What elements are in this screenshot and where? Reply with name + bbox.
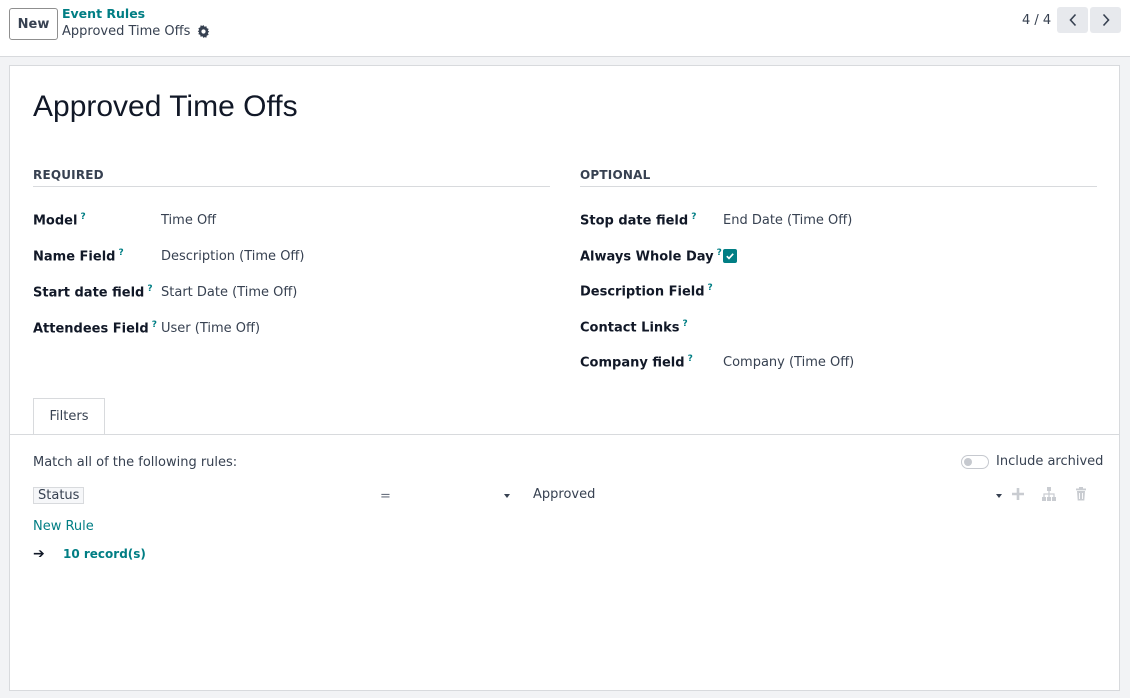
- required-group-title: REQUIRED: [33, 168, 104, 182]
- help-icon[interactable]: ?: [147, 284, 152, 294]
- model-label: Model?: [33, 212, 86, 229]
- help-icon[interactable]: ?: [152, 320, 157, 330]
- rule-value-select[interactable]: Approved: [533, 487, 595, 502]
- help-icon[interactable]: ?: [708, 283, 713, 293]
- start-date-field-value[interactable]: Start Date (Time Off): [161, 285, 297, 300]
- rule-operator-select[interactable]: =: [380, 489, 391, 504]
- tab-filters[interactable]: Filters: [33, 398, 105, 435]
- pager-value[interactable]: 4 / 4: [1022, 13, 1051, 28]
- new-button[interactable]: New: [9, 8, 58, 40]
- name-field-value[interactable]: Description (Time Off): [161, 249, 304, 264]
- optional-divider: [580, 186, 1097, 187]
- attendees-field-label: Attendees Field?: [33, 320, 157, 337]
- include-archived-label[interactable]: Include archived: [996, 454, 1103, 469]
- records-count-link[interactable]: 10 record(s): [63, 547, 146, 561]
- new-rule-button[interactable]: New Rule: [33, 519, 94, 534]
- record-title[interactable]: Approved Time Offs: [33, 90, 298, 124]
- add-rule-icon[interactable]: [1010, 486, 1026, 502]
- required-divider: [33, 186, 550, 187]
- stop-date-field-label: Stop date field?: [580, 212, 697, 229]
- breadcrumb-current-label: Approved Time Offs: [62, 24, 191, 39]
- help-icon[interactable]: ?: [691, 212, 696, 222]
- add-branch-icon[interactable]: [1041, 486, 1057, 502]
- checkmark-icon: [726, 253, 734, 260]
- control-panel: New Event Rules Approved Time Offs 4 / 4: [0, 0, 1130, 57]
- company-field-value[interactable]: Company (Time Off): [723, 355, 854, 370]
- gear-icon[interactable]: [197, 25, 210, 38]
- help-icon[interactable]: ?: [688, 354, 693, 364]
- start-date-field-label: Start date field?: [33, 284, 153, 301]
- chevron-left-icon: [1068, 13, 1076, 27]
- attendees-field-value[interactable]: User (Time Off): [161, 321, 260, 336]
- company-field-label: Company field?: [580, 354, 693, 371]
- name-field-label: Name Field?: [33, 248, 124, 265]
- optional-group-title: OPTIONAL: [580, 168, 651, 182]
- include-archived-toggle[interactable]: [961, 455, 989, 469]
- rule-field-selector[interactable]: Status: [33, 487, 85, 504]
- tab-divider: [10, 434, 1119, 435]
- chevron-down-icon[interactable]: [996, 494, 1002, 498]
- help-icon[interactable]: ?: [717, 248, 722, 258]
- always-whole-day-checkbox[interactable]: [723, 249, 737, 263]
- help-icon[interactable]: ?: [118, 248, 123, 258]
- chevron-right-icon: [1102, 13, 1110, 27]
- description-field-label: Description Field?: [580, 283, 713, 300]
- chevron-down-icon[interactable]: [504, 494, 510, 498]
- form-sheet: Approved Time Offs REQUIRED Model? Time …: [9, 65, 1120, 691]
- model-value[interactable]: Time Off: [161, 213, 216, 228]
- stop-date-field-value[interactable]: End Date (Time Off): [723, 213, 852, 228]
- trash-icon[interactable]: [1073, 486, 1089, 502]
- always-whole-day-label: Always Whole Day?: [580, 248, 722, 265]
- match-rules-text: Match all of the following rules:: [33, 455, 238, 470]
- contact-links-label: Contact Links?: [580, 319, 688, 336]
- help-icon[interactable]: ?: [683, 319, 688, 329]
- pager-previous-button[interactable]: [1057, 7, 1088, 33]
- pager-next-button[interactable]: [1090, 7, 1121, 33]
- breadcrumb-parent-link[interactable]: Event Rules: [62, 6, 145, 21]
- help-icon[interactable]: ?: [80, 212, 85, 222]
- arrow-right-icon: ➔: [33, 546, 45, 562]
- breadcrumb-current: Approved Time Offs: [62, 24, 210, 39]
